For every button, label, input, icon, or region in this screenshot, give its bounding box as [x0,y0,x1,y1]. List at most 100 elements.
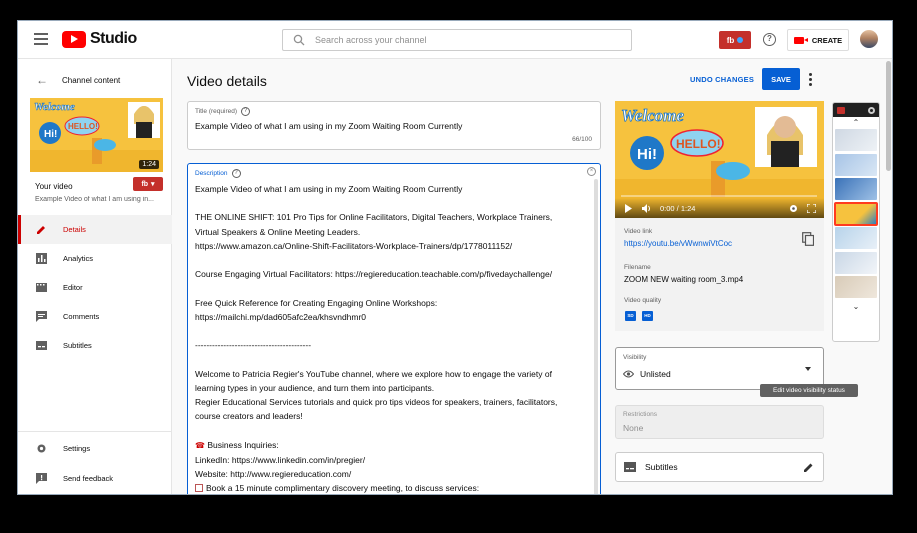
settings-gear-icon[interactable] [789,204,798,213]
notification-dot-icon [737,37,744,43]
undo-changes-button[interactable]: UNDO CHANGES [690,75,754,84]
description-field-label: Description ? [195,169,241,178]
thumbnail-filmstrip-panel: ⌃ ⌄ [832,102,880,342]
eye-icon [623,370,634,378]
close-icon[interactable]: × [587,167,596,176]
filmstrip-thumb-selected[interactable] [834,201,878,226]
youtube-studio-logo[interactable]: Studio [62,30,137,48]
filmstrip-gear-icon[interactable] [868,106,875,114]
description-line: learning types in your audience, and tur… [195,382,435,393]
title-label-text: Title (required) [195,108,238,115]
filename-value: ZOOM NEW waiting room_3.mp4 [624,275,744,284]
video-time: 0:00 / 1:24 [660,203,696,213]
sidebar-item-send-feedback[interactable]: Send feedback [18,464,172,492]
description-line-text: Business Inquiries: [207,439,279,450]
sidebar-item-details[interactable]: Details [18,215,172,244]
thumb-welcome-text: Welcome [34,101,75,113]
restrictions-label: Restrictions [623,411,657,418]
copy-icon[interactable] [802,232,814,246]
restrictions-value: None [623,423,644,433]
title-field[interactable]: Title (required) ? Example Video of what… [187,101,601,150]
filmstrip-thumb[interactable] [835,129,877,151]
visibility-value: Unlisted [640,369,671,379]
channel-badge-dropdown[interactable]: fb ▾ [133,177,163,191]
search-icon [293,34,305,46]
video-camera-icon [793,36,808,44]
video-link[interactable]: https://youtu.be/vWwnwiVtCoc [624,239,732,248]
fullscreen-icon[interactable] [807,203,816,213]
description-field[interactable]: Description ? × Example Video of what I … [187,163,601,494]
youtube-play-icon [62,30,86,48]
sidebar-item-subtitles[interactable]: Subtitles [18,331,172,360]
sidebar-item-editor[interactable]: Editor [18,273,172,302]
sidebar-nav: Details Analytics Editor Comments Subtit… [18,215,172,360]
top-bar: Studio fb ? CREATE [18,21,892,59]
description-line: LinkedIn: https://www.linkedin.com/in/pr… [195,454,366,465]
gear-icon [36,443,47,454]
help-icon[interactable]: ? [763,33,776,46]
thumbnail-duration: 1:24 [139,160,159,169]
channel-badge-label: fb [726,35,735,45]
sidebar-item-label: Analytics [63,254,94,263]
channel-switch-badge[interactable]: fb [719,31,751,49]
sidebar-item-label: Editor [63,283,83,292]
volume-icon[interactable] [642,203,651,213]
description-line: Free Quick Reference for Creating Engagi… [195,297,438,308]
edit-pencil-icon[interactable] [803,462,814,473]
help-icon[interactable]: ? [241,107,251,116]
description-blank-line [195,352,579,366]
filmstrip-thumb[interactable] [835,276,877,298]
video-link-label: Video link [624,228,653,235]
filmstrip-logo-icon [837,106,845,114]
video-player[interactable]: Hi! HELLO! Welcome 0:00 / 1:24 [615,101,824,218]
description-line: https://mailchi.mp/dad605afc2ea/khsvndhm… [195,311,367,322]
play-icon[interactable] [624,203,633,213]
create-button[interactable]: CREATE [787,29,849,51]
video-quality-label: Video quality [624,297,662,304]
filmstrip-thumb[interactable] [835,227,877,249]
description-label-text: Description [195,170,228,177]
sidebar-item-label: Comments [63,312,100,321]
comments-icon [36,311,47,322]
video-controls: 0:00 / 1:24 [615,198,824,218]
page-scrollbar[interactable] [886,61,891,171]
video-progress-bar[interactable] [621,195,817,197]
filmstrip-thumb[interactable] [835,251,877,274]
sidebar-item-analytics[interactable]: Analytics [18,244,172,273]
description-text[interactable]: Example Video of what I am using in my Z… [195,182,579,494]
description-scrollbar[interactable] [594,179,598,494]
description-line: Virtual Speakers & Online Meeting Leader… [195,226,361,237]
filmstrip-thumb[interactable] [835,178,877,200]
analytics-icon [36,253,47,264]
video-thumbnail[interactable]: Hi! HELLO! Welcome 1:24 [30,98,163,172]
video-welcome-text: Welcome [621,106,684,125]
your-video-title: Example Video of what I am using in... [35,196,154,203]
description-divider: ----------------------------------------… [195,340,312,351]
more-options-icon[interactable] [809,73,813,86]
chevron-down-icon[interactable]: ⌄ [833,301,879,313]
subtitles-card[interactable]: Subtitles [615,452,824,482]
search-input[interactable] [315,35,615,45]
description-blank-line [195,423,579,437]
sidebar-item-label: Subtitles [63,341,92,350]
search-bar[interactable] [282,29,632,51]
video-hi-text: Hi! [637,146,657,163]
description-blank-line [195,253,579,267]
chevron-up-icon[interactable]: ⌃ [833,117,879,129]
description-line: Course Engaging Virtual Facilitators: ht… [195,269,553,280]
save-button[interactable]: SAVE [762,68,800,90]
title-value[interactable]: Example Video of what I am using in my Z… [195,121,462,131]
description-line: course creators and leaders! [195,411,303,422]
help-icon[interactable]: ? [231,169,241,178]
sidebar-item-label: Details [63,225,86,234]
sidebar-bottom: Settings Send feedback [18,431,172,492]
hd-quality-badge: HD [642,311,653,321]
back-to-channel-content[interactable]: ← Channel content [36,73,120,87]
filmstrip-thumb[interactable] [835,153,877,176]
avatar[interactable] [860,30,878,48]
sidebar-item-settings[interactable]: Settings [18,434,172,462]
sidebar-item-comments[interactable]: Comments [18,302,172,331]
subtitles-card-label: Subtitles [645,462,678,472]
hamburger-menu-icon[interactable] [34,33,48,45]
calendar-icon [195,484,203,493]
